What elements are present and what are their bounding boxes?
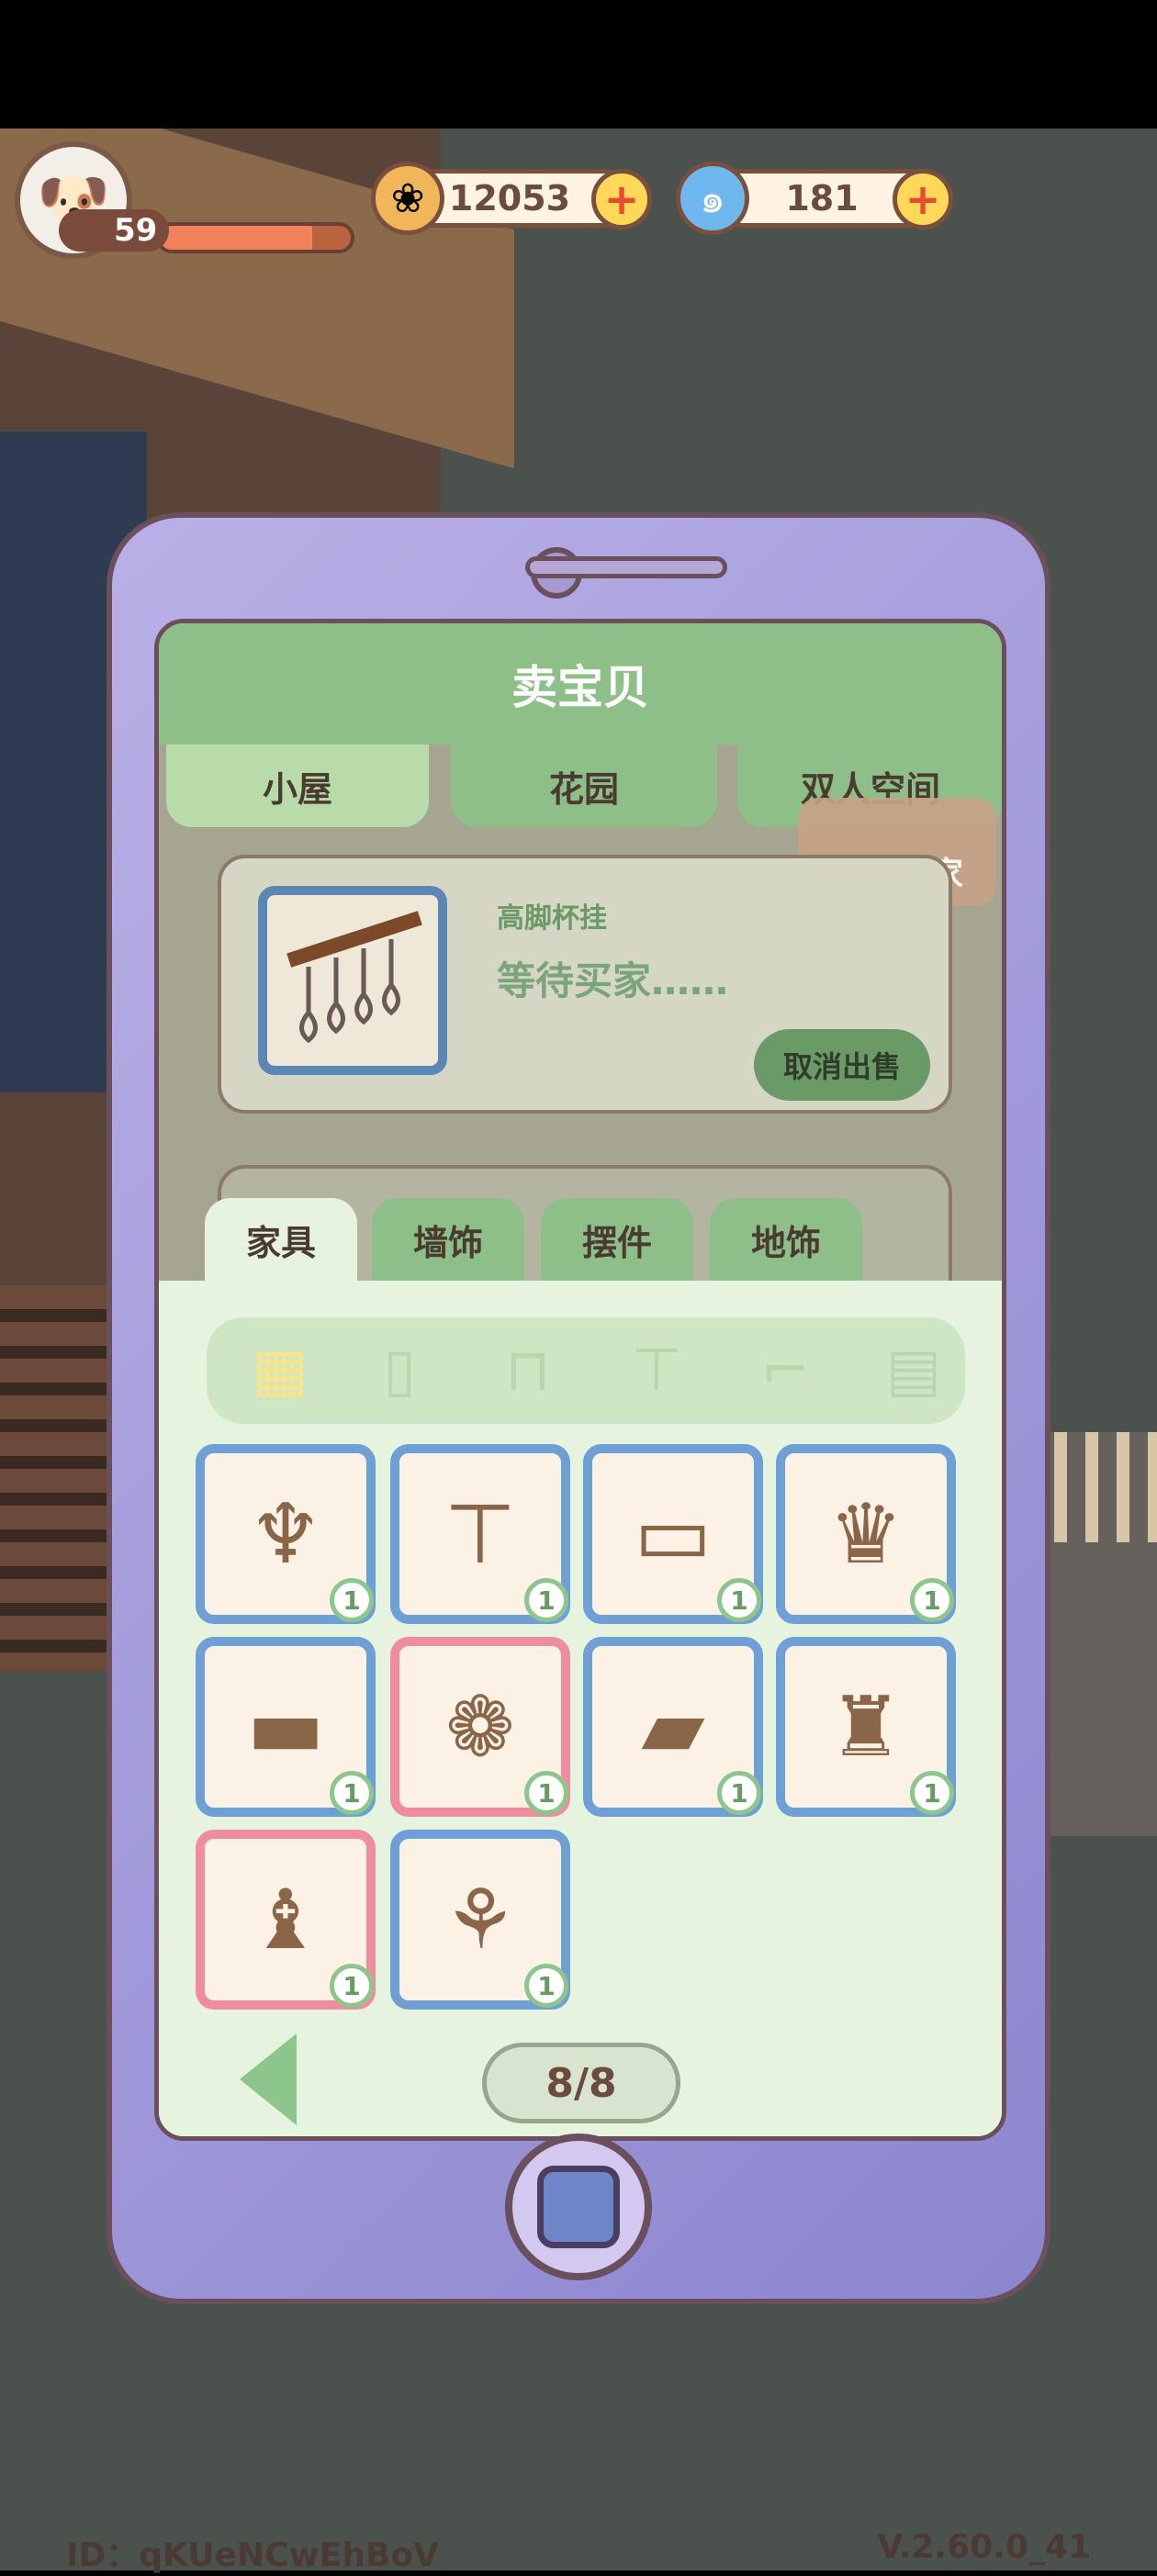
- tab-furniture[interactable]: 家具: [205, 1198, 357, 1281]
- inventory-slot[interactable]: ⚘ 1: [390, 1830, 570, 2010]
- add-coins-button[interactable]: +: [591, 169, 652, 230]
- item-count-badge: 1: [524, 1964, 568, 2008]
- item-count-badge: 1: [330, 1964, 374, 2008]
- dialog-title: 卖宝贝: [159, 623, 1002, 745]
- level-badge: 59: [59, 209, 169, 252]
- armchair-icon: ♛: [828, 1485, 904, 1583]
- tab-ornaments[interactable]: 摆件: [541, 1198, 693, 1281]
- sofa-icon: ▬: [246, 1678, 325, 1775]
- item-count-badge: 1: [910, 1578, 954, 1622]
- inventory-panel: ▦ ▯ ⊓ ⊤ ⌐ ▤ ♆ 1 ⊤ 1 ▭ 1 ♛ 1 ▬ 1 ❁ 1 ▰ 1 ♜ 1 ♝ 1 ⚘ 1 8/8: [159, 1281, 1002, 2136]
- item-count-badge: 1: [910, 1771, 954, 1815]
- phone-screen: 卖宝贝 小屋 花园 双人空间 呼唤买家 高脚杯挂 等待买家…… 取消出售: [154, 619, 1006, 2141]
- item-count-badge: 1: [330, 1771, 374, 1815]
- tab-wall-decor[interactable]: 墙饰: [372, 1198, 524, 1281]
- page-indicator: 8/8: [482, 2043, 680, 2123]
- coin-icon: ❀: [371, 162, 444, 235]
- listing-item-name: 高脚杯挂: [497, 902, 607, 935]
- inventory-slot[interactable]: ♛ 1: [776, 1444, 956, 1624]
- inventory-slot[interactable]: ♆ 1: [196, 1444, 376, 1624]
- phone-speaker: [525, 556, 727, 578]
- plus-icon: +: [904, 174, 941, 224]
- sale-listing-card: 高脚杯挂 等待买家…… 取消出售: [218, 855, 952, 1114]
- plus-icon: +: [603, 174, 640, 224]
- gem-amount: 181: [785, 178, 859, 218]
- grill-icon: ▰: [641, 1678, 705, 1775]
- version-label: V.2.60.0_41: [877, 2528, 1091, 2566]
- add-gems-button[interactable]: +: [893, 169, 953, 230]
- phone-dialog: 卖宝贝 小屋 花园 双人空间 呼唤买家 高脚杯挂 等待买家…… 取消出售: [107, 512, 1050, 2304]
- item-count-badge: 1: [717, 1578, 761, 1622]
- bed-icon[interactable]: ⌐: [739, 1327, 831, 1415]
- inventory-slot[interactable]: ▰ 1: [583, 1637, 763, 1817]
- cabinet-icon[interactable]: ▤: [868, 1327, 960, 1415]
- listing-status: 等待买家……: [497, 958, 729, 1003]
- item-count-badge: 1: [330, 1578, 374, 1622]
- cancel-sale-button[interactable]: 取消出售: [754, 1029, 930, 1101]
- level-progress-bar: [156, 222, 354, 253]
- tab-furniture-label: 家具: [245, 1222, 316, 1263]
- user-id: ID：qKUeNCwEhBoV: [66, 2537, 440, 2574]
- level-progress-fill: [160, 226, 313, 250]
- item-count-badge: 1: [524, 1771, 568, 1815]
- glass-table-icon: ▭: [634, 1485, 713, 1583]
- item-count-badge: 1: [717, 1771, 761, 1815]
- tab-wall-decor-label: 墙饰: [412, 1222, 483, 1263]
- inventory-slot[interactable]: ♜ 1: [776, 1637, 956, 1817]
- swirl-icon: ๑: [676, 162, 749, 235]
- phone-home-button[interactable]: [505, 2134, 652, 2280]
- vase-icon: ⚘: [443, 1871, 518, 1968]
- inventory-slot[interactable]: ❁ 1: [390, 1637, 570, 1817]
- item-count-badge: 1: [524, 1578, 568, 1622]
- cancel-sale-label: 取消出售: [782, 1049, 901, 1084]
- tab-floor-decor-label: 地饰: [750, 1222, 821, 1263]
- tab-cabin[interactable]: 小屋: [166, 745, 429, 827]
- screen-icon: ❁: [445, 1678, 515, 1775]
- inventory-slot[interactable]: ♝ 1: [196, 1830, 376, 2010]
- wine-glass-rack-icon: [258, 886, 447, 1075]
- toilet-icon[interactable]: ⊓: [482, 1327, 574, 1415]
- inventory-slot[interactable]: ▬ 1: [196, 1637, 376, 1817]
- table-icon[interactable]: ⊤: [611, 1327, 702, 1415]
- tab-garden[interactable]: 花园: [451, 745, 717, 827]
- inventory-slot[interactable]: ⊤ 1: [390, 1444, 570, 1624]
- subcategory-filter-bar: ▦ ▯ ⊓ ⊤ ⌐ ▤: [207, 1317, 965, 1424]
- coin-amount: 12053: [448, 178, 571, 218]
- inventory-slot[interactable]: ▭ 1: [583, 1444, 763, 1624]
- tab-ornaments-label: 摆件: [581, 1222, 652, 1263]
- square-icon: [537, 2166, 620, 2248]
- fridge-icon[interactable]: ▯: [354, 1327, 445, 1415]
- stove-icon: ♜: [828, 1678, 904, 1775]
- previous-page-arrow[interactable]: [240, 2033, 297, 2125]
- wooden-chair-icon: ♝: [248, 1871, 323, 1968]
- tab-garden-label: 花园: [548, 768, 619, 810]
- tab-cabin-label: 小屋: [262, 768, 332, 810]
- tab-floor-decor[interactable]: 地饰: [710, 1198, 862, 1281]
- level-number: 59: [114, 212, 158, 249]
- lamp-icon: ♆: [248, 1485, 323, 1583]
- desk-icon: ⊤: [444, 1485, 517, 1583]
- grid-icon[interactable]: ▦: [234, 1327, 326, 1415]
